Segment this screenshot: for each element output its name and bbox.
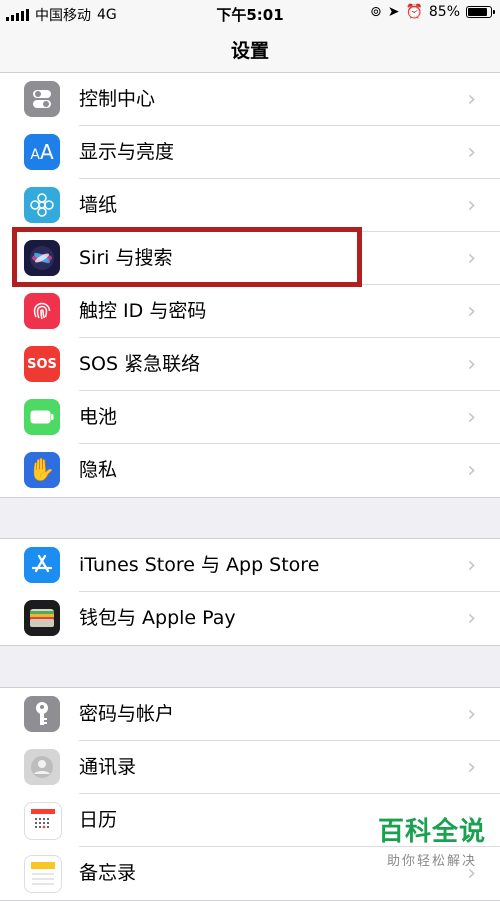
settings-row[interactable]: AA 显示与亮度 › bbox=[0, 126, 500, 179]
battery-fill bbox=[468, 8, 487, 16]
chevron-right-icon: › bbox=[467, 299, 476, 324]
settings-row-label: 钱包与 Apple Pay bbox=[79, 607, 236, 629]
settings-row[interactable]: 通讯录 › bbox=[0, 741, 500, 794]
sos-icon: SOS bbox=[24, 346, 60, 382]
key-icon bbox=[24, 696, 60, 732]
chevron-right-icon: › bbox=[467, 755, 476, 780]
flower-icon bbox=[24, 187, 60, 223]
settings-row-label: 密码与帐户 bbox=[79, 703, 175, 725]
settings-row-label: 隐私 bbox=[79, 459, 118, 481]
chevron-right-icon: › bbox=[467, 140, 476, 165]
settings-row-label: 触控 ID 与密码 bbox=[79, 300, 207, 322]
chevron-right-icon: › bbox=[467, 458, 476, 483]
contacts-icon bbox=[24, 749, 60, 785]
app-store-icon bbox=[24, 547, 60, 583]
battery-percent: 85% bbox=[428, 4, 460, 20]
settings-row-label: iTunes Store 与 App Store bbox=[79, 554, 320, 576]
settings-row-label: 墙纸 bbox=[79, 194, 118, 216]
settings-row[interactable]: 墙纸 › bbox=[0, 179, 500, 232]
settings-row-label: 日历 bbox=[79, 809, 118, 831]
settings-row-label: 电池 bbox=[79, 406, 118, 428]
chevron-right-icon: › bbox=[467, 352, 476, 377]
settings-row[interactable]: 密码与帐户 › bbox=[0, 688, 500, 741]
rotation-lock-icon: ⊚ bbox=[369, 4, 382, 20]
chevron-right-icon: › bbox=[467, 246, 476, 271]
watermark-title: 百科全说 bbox=[377, 817, 486, 847]
settings-row[interactable]: ✋ 隐私 › bbox=[0, 444, 500, 497]
settings-row-label: 控制中心 bbox=[79, 88, 156, 110]
chevron-right-icon: › bbox=[467, 606, 476, 631]
battery-icon bbox=[24, 399, 60, 435]
battery-icon bbox=[466, 6, 495, 18]
chevron-right-icon: › bbox=[467, 405, 476, 430]
chevron-right-icon: › bbox=[467, 193, 476, 218]
chevron-right-icon: › bbox=[467, 553, 476, 578]
settings-row-label: 显示与亮度 bbox=[79, 141, 175, 163]
settings-row-label: SOS 紧急联络 bbox=[79, 353, 201, 375]
settings-row[interactable]: 控制中心 › bbox=[0, 73, 500, 126]
calendar-icon bbox=[24, 802, 62, 840]
status-bar: 中国移动 4G 下午5:01 ⊚ ➤ ⏰ 85% bbox=[0, 0, 500, 26]
settings-row[interactable]: iTunes Store 与 App Store › bbox=[0, 539, 500, 592]
settings-row-label: 通讯录 bbox=[79, 756, 137, 778]
notes-icon bbox=[24, 855, 62, 893]
settings-row[interactable]: 钱包与 Apple Pay › bbox=[0, 592, 500, 645]
location-icon: ➤ bbox=[387, 4, 400, 20]
wallet-icon bbox=[24, 600, 60, 636]
fingerprint-icon bbox=[24, 293, 60, 329]
settings-group-store: iTunes Store 与 App Store › 钱包与 Apple Pay › bbox=[0, 538, 500, 646]
chevron-right-icon: › bbox=[467, 702, 476, 727]
chevron-right-icon: › bbox=[467, 87, 476, 112]
settings-row-label: 备忘录 bbox=[79, 862, 137, 884]
alarm-icon: ⏰ bbox=[405, 4, 423, 20]
settings-row[interactable]: 电池 › bbox=[0, 391, 500, 444]
watermark-subtitle: 助你轻松解决 bbox=[386, 854, 477, 869]
settings-row[interactable]: SOS SOS 紧急联络 › bbox=[0, 338, 500, 391]
toggle-switches-icon bbox=[24, 81, 60, 117]
text-size-icon: AA bbox=[24, 134, 60, 170]
watermark: 百科全说 助你轻松解决 bbox=[378, 811, 486, 869]
settings-row[interactable]: 触控 ID 与密码 › bbox=[0, 285, 500, 338]
hand-icon: ✋ bbox=[24, 452, 60, 488]
highlight-box bbox=[12, 227, 362, 287]
sos-icon-text: SOS bbox=[27, 356, 57, 372]
